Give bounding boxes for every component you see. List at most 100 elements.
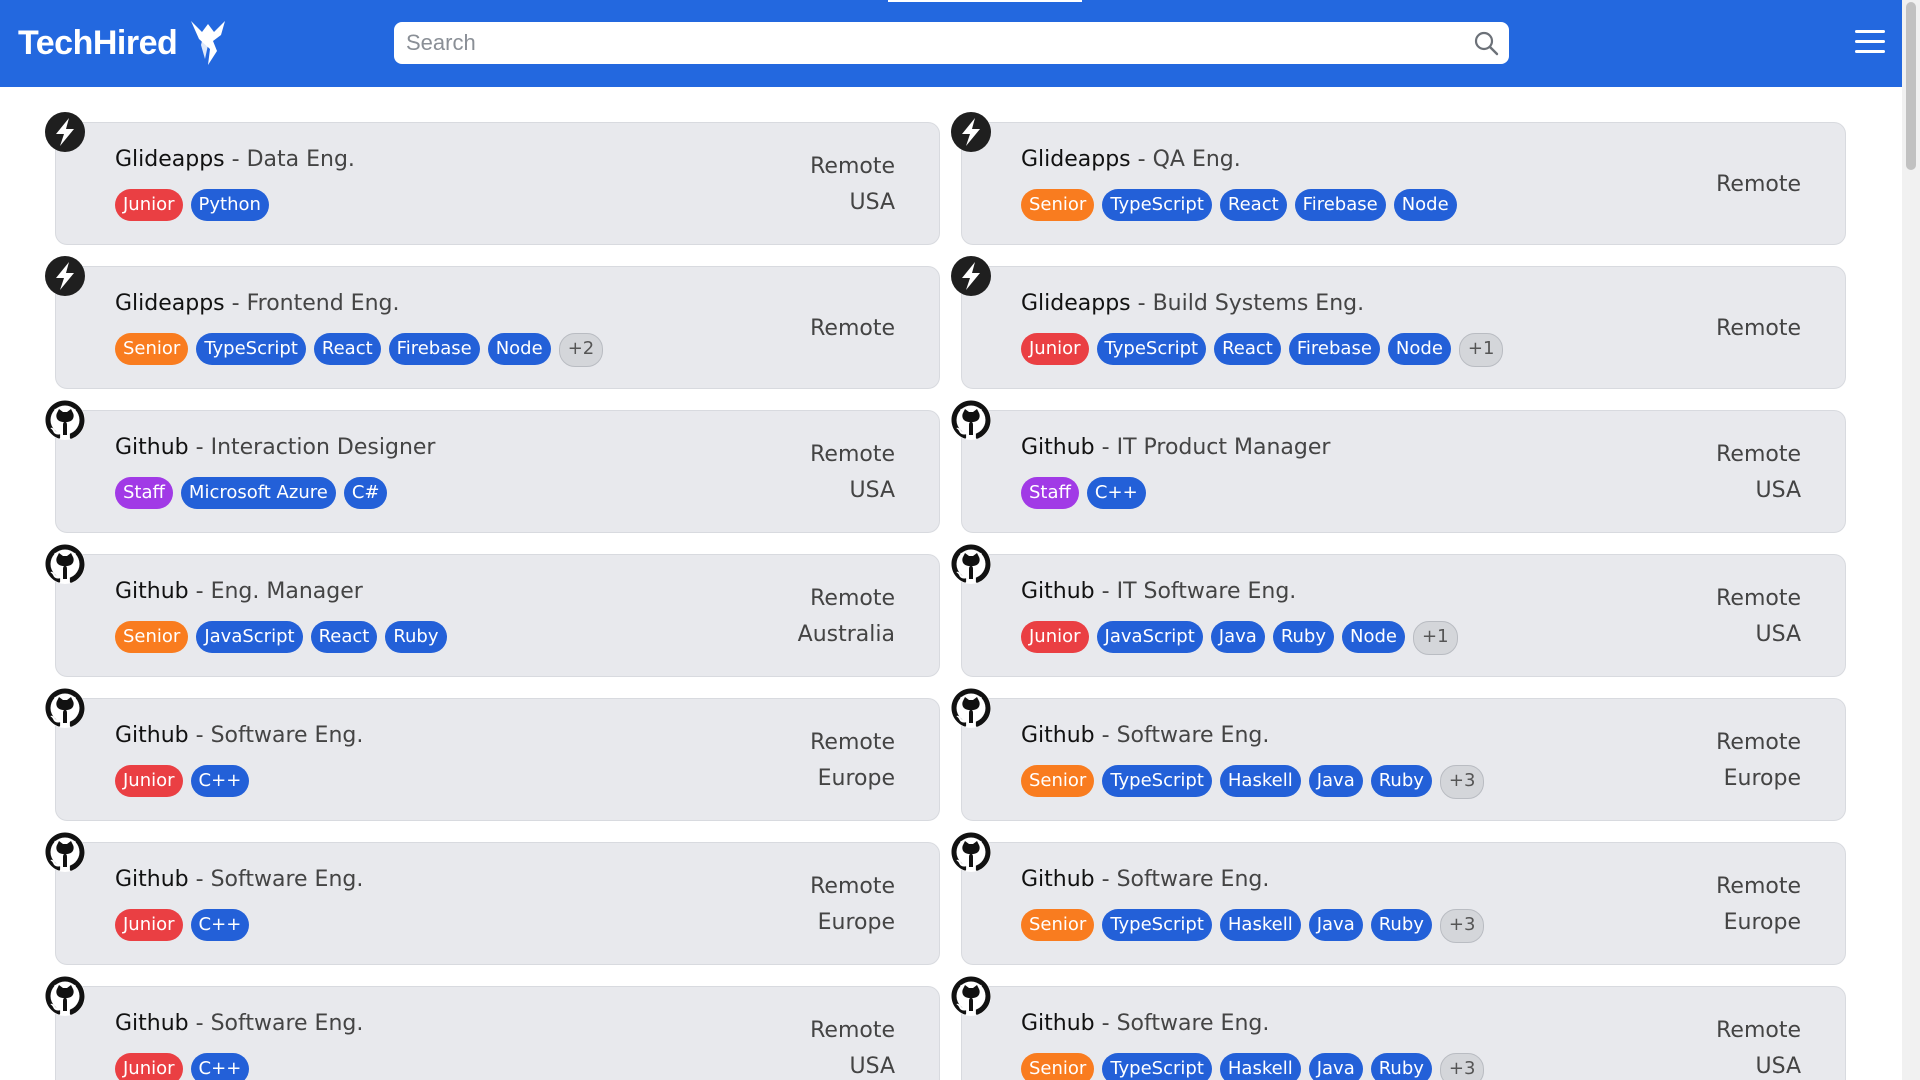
tech-tag[interactable]: C++ xyxy=(190,909,250,941)
tech-tag[interactable]: TypeScript xyxy=(1102,189,1212,221)
tech-tag[interactable]: TypeScript xyxy=(1102,1053,1212,1080)
job-title[interactable]: Github - Eng. Manager xyxy=(115,579,363,604)
job-card[interactable]: Github - Software Eng. Junior C++ Remote Eur… xyxy=(45,688,940,822)
search-icon[interactable] xyxy=(1473,30,1499,56)
level-tag[interactable]: Senior xyxy=(1021,909,1095,941)
tech-tag[interactable]: TypeScript xyxy=(1102,765,1212,797)
region-label: Europe xyxy=(1723,765,1801,791)
tech-tag[interactable]: C# xyxy=(343,477,388,509)
tech-tag[interactable]: Haskell xyxy=(1219,1053,1301,1080)
tech-tag[interactable]: Haskell xyxy=(1219,909,1301,941)
hamburger-menu-icon[interactable] xyxy=(1855,30,1885,56)
job-card[interactable]: Github - IT Product Manager Staff C++ Remot… xyxy=(951,400,1846,533)
tech-tag[interactable]: TypeScript xyxy=(1102,909,1212,941)
more-tags-badge[interactable]: +2 xyxy=(558,333,604,367)
tech-tag[interactable]: Firebase xyxy=(388,333,480,365)
tech-tag[interactable]: Firebase xyxy=(1294,189,1386,221)
level-tag[interactable]: Junior xyxy=(115,1053,183,1080)
tech-tag[interactable]: Node xyxy=(1342,621,1405,653)
search-input[interactable] xyxy=(394,22,1454,64)
job-location: Remote Europe xyxy=(810,699,895,822)
tech-tag[interactable]: React xyxy=(310,621,378,653)
more-tags-badge[interactable]: +3 xyxy=(1439,1053,1485,1080)
tech-tag[interactable]: React xyxy=(1219,189,1287,221)
more-tags-badge[interactable]: +1 xyxy=(1412,621,1458,655)
tech-tag[interactable]: Ruby xyxy=(1370,765,1432,797)
job-card[interactable]: Github - Software Eng. Junior C++ Remote USA xyxy=(45,976,940,1080)
tech-tag[interactable]: Node xyxy=(1387,333,1451,365)
tech-tag[interactable]: Ruby xyxy=(385,621,447,653)
job-card[interactable]: Github - Software Eng. Senior TypeScript Ha… xyxy=(951,976,1846,1080)
level-tag[interactable]: Junior xyxy=(115,189,183,221)
tech-tag[interactable]: C++ xyxy=(190,1053,250,1080)
job-card[interactable]: Github - Software Eng. Junior C++ Remote Eur… xyxy=(45,832,940,965)
tech-tag[interactable]: Ruby xyxy=(1370,1053,1432,1080)
tech-tag[interactable]: Node xyxy=(487,333,551,365)
tech-tag[interactable]: Python xyxy=(190,189,269,221)
company-name: Glideapps xyxy=(1021,147,1131,172)
job-role: Frontend Eng. xyxy=(246,291,400,316)
tech-tag[interactable]: JavaScript xyxy=(1096,621,1203,653)
job-title[interactable]: Github - Software Eng. xyxy=(1021,867,1269,892)
remote-label: Remote xyxy=(1716,441,1801,467)
tech-tag[interactable]: TypeScript xyxy=(1096,333,1207,365)
more-tags-badge[interactable]: +1 xyxy=(1458,333,1504,367)
tech-tag[interactable]: Java xyxy=(1308,909,1363,941)
job-title[interactable]: Github - Software Eng. xyxy=(1021,1011,1269,1036)
level-tag[interactable]: Junior xyxy=(1021,621,1089,653)
job-card[interactable]: Github - Software Eng. Senior TypeScript Ha… xyxy=(951,688,1846,821)
tag-list: Junior C++ xyxy=(115,765,250,797)
tech-tag[interactable]: C++ xyxy=(1086,477,1146,509)
level-tag[interactable]: Junior xyxy=(115,909,183,941)
job-card[interactable]: Github - Software Eng. Senior TypeScript Ha… xyxy=(951,832,1846,965)
tech-tag[interactable]: Ruby xyxy=(1370,909,1432,941)
tech-tag[interactable]: Java xyxy=(1308,1053,1363,1080)
tech-tag[interactable]: C++ xyxy=(190,765,250,797)
tech-tag[interactable]: Java xyxy=(1308,765,1363,797)
level-tag[interactable]: Senior xyxy=(1021,1053,1095,1080)
job-title[interactable]: Github - IT Software Eng. xyxy=(1021,579,1296,604)
level-tag[interactable]: Staff xyxy=(1021,477,1079,509)
level-tag[interactable]: Junior xyxy=(1021,333,1089,365)
job-card[interactable]: Github - IT Software Eng. Junior JavaScrip… xyxy=(951,544,1846,677)
job-card[interactable]: Glideapps - Data Eng. Junior Python Remote U… xyxy=(45,112,940,245)
tech-tag[interactable]: React xyxy=(313,333,381,365)
job-card[interactable]: Glideapps - Frontend Eng. Senior TypeScrip… xyxy=(45,256,940,389)
job-title[interactable]: Github - Interaction Designer xyxy=(115,435,435,460)
level-tag[interactable]: Senior xyxy=(1021,189,1095,221)
job-card[interactable]: Glideapps - QA Eng. Senior TypeScript React… xyxy=(951,112,1846,245)
job-title[interactable]: Github - Software Eng. xyxy=(115,1011,363,1036)
tech-tag[interactable]: Haskell xyxy=(1219,765,1301,797)
tech-tag[interactable]: Firebase xyxy=(1288,333,1380,365)
job-card[interactable]: Glideapps - Build Systems Eng. Junior Type… xyxy=(951,256,1846,389)
job-title[interactable]: Github - Software Eng. xyxy=(115,723,363,748)
tech-tag[interactable]: Microsoft Azure xyxy=(180,477,336,509)
job-title[interactable]: Github - Software Eng. xyxy=(1021,723,1269,748)
tech-tag[interactable]: Java xyxy=(1210,621,1265,653)
more-tags-badge[interactable]: +3 xyxy=(1439,909,1485,943)
job-title[interactable]: Glideapps - Data Eng. xyxy=(115,147,355,172)
tech-tag[interactable]: TypeScript xyxy=(196,333,306,365)
job-role: Eng. Manager xyxy=(210,579,363,604)
brand-link[interactable]: TechHired xyxy=(18,18,229,68)
scrollbar-thumb[interactable] xyxy=(1906,2,1916,170)
more-tags-badge[interactable]: +3 xyxy=(1439,765,1485,799)
job-title[interactable]: Glideapps - Build Systems Eng. xyxy=(1021,291,1364,316)
level-tag[interactable]: Staff xyxy=(115,477,173,509)
job-card[interactable]: Github - Eng. Manager Senior JavaScript Rea… xyxy=(45,544,940,677)
level-tag[interactable]: Senior xyxy=(115,333,189,365)
level-tag[interactable]: Senior xyxy=(1021,765,1095,797)
tech-tag[interactable]: Ruby xyxy=(1272,621,1334,653)
page-scrollbar[interactable] xyxy=(1902,0,1920,1080)
job-card[interactable]: Github - Interaction Designer Staff Micros… xyxy=(45,400,940,533)
job-title[interactable]: Github - IT Product Manager xyxy=(1021,435,1330,460)
job-title[interactable]: Github - Software Eng. xyxy=(115,867,363,892)
level-tag[interactable]: Senior xyxy=(115,621,189,653)
job-title[interactable]: Glideapps - QA Eng. xyxy=(1021,147,1241,172)
job-title[interactable]: Glideapps - Frontend Eng. xyxy=(115,291,399,316)
level-tag[interactable]: Junior xyxy=(115,765,183,797)
tech-tag[interactable]: React xyxy=(1214,333,1281,365)
tech-tag[interactable]: JavaScript xyxy=(196,621,303,653)
title-separator: - xyxy=(224,147,247,172)
tech-tag[interactable]: Node xyxy=(1393,189,1457,221)
